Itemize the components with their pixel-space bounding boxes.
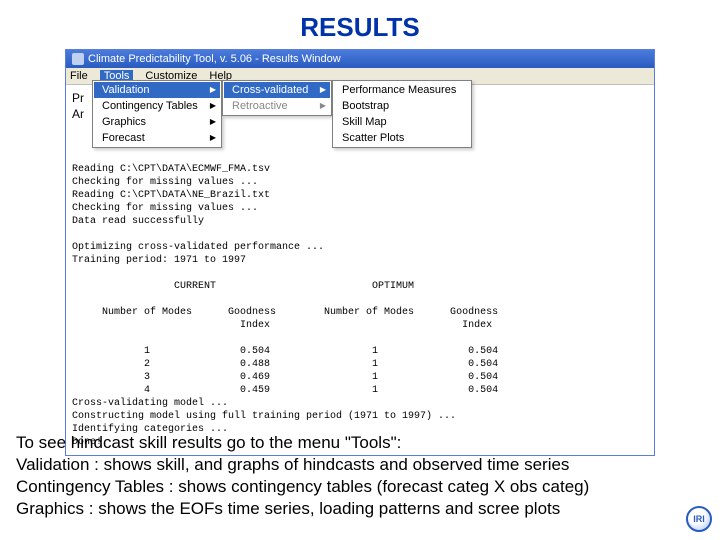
bg-line: Pr: [72, 90, 84, 106]
menu-item-validation[interactable]: Validation: [94, 82, 220, 98]
validation-dropdown[interactable]: Cross-validated Retroactive: [222, 80, 332, 116]
cross-validated-dropdown[interactable]: Performance Measures Bootstrap Skill Map…: [332, 80, 472, 148]
menu-item-retroactive[interactable]: Retroactive: [224, 98, 330, 114]
tools-dropdown[interactable]: Validation Contingency Tables Graphics F…: [92, 80, 222, 148]
caption-line: Validation : shows skill, and graphs of …: [16, 454, 704, 476]
caption-line: Graphics : shows the EOFs time series, l…: [16, 498, 704, 520]
iri-logo-icon: IRI: [686, 506, 712, 532]
menu-item-cross-validated[interactable]: Cross-validated: [224, 82, 330, 98]
window-title: Climate Predictability Tool, v. 5.06 - R…: [88, 53, 341, 65]
caption-span: :: [397, 433, 402, 452]
menu-file[interactable]: File: [70, 70, 88, 82]
background-panel-text: Pr Ar: [72, 90, 84, 122]
caption-span: To see hindcast skill results go to the …: [16, 433, 345, 452]
slide-title: RESULTS: [0, 0, 720, 49]
menu-item-graphics[interactable]: Graphics: [94, 114, 220, 130]
menu-item-performance-measures[interactable]: Performance Measures: [334, 82, 470, 98]
menu-item-scatter-plots[interactable]: Scatter Plots: [334, 130, 470, 146]
bg-line: Ar: [72, 106, 84, 122]
console-output: Reading C:\CPT\DATA\ECMWF_FMA.tsv Checki…: [66, 159, 654, 455]
menu-item-skill-map[interactable]: Skill Map: [334, 114, 470, 130]
caption-line: Contingency Tables : shows contingency t…: [16, 476, 704, 498]
app-window: Climate Predictability Tool, v. 5.06 - R…: [65, 49, 655, 456]
app-icon: [72, 53, 84, 65]
menu-item-forecast[interactable]: Forecast: [94, 130, 220, 146]
caption-line: To see hindcast skill results go to the …: [16, 432, 704, 454]
menu-item-bootstrap[interactable]: Bootstrap: [334, 98, 470, 114]
titlebar: Climate Predictability Tool, v. 5.06 - R…: [66, 50, 654, 68]
menu-item-contingency-tables[interactable]: Contingency Tables: [94, 98, 220, 114]
caption-text: To see hindcast skill results go to the …: [16, 432, 704, 520]
tools-word: "Tools": [345, 433, 397, 452]
